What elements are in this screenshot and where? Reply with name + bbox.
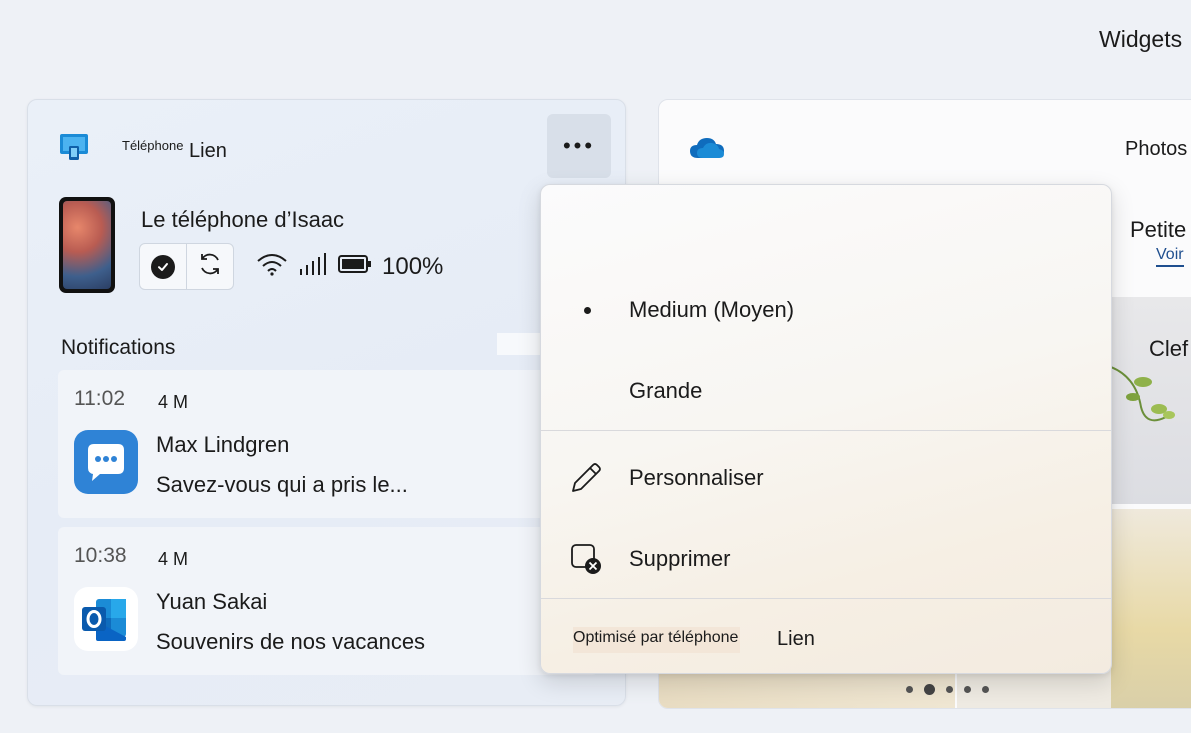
menu-item-label: Personnaliser <box>629 465 764 490</box>
powered-by-link[interactable]: Lien <box>777 628 815 651</box>
phone-link-title-prefix: Téléphone <box>122 138 184 153</box>
photo-tile[interactable] <box>1111 297 1191 504</box>
sync-button[interactable] <box>186 244 233 289</box>
menu-item-size-medium[interactable]: Medium (Moyen) <box>541 275 1111 345</box>
notification-time: 11:02 <box>74 387 125 410</box>
battery-icon <box>338 253 372 280</box>
widget-options-menu: Medium (Moyen) Grande Personnaliser Supp… <box>540 184 1112 674</box>
more-options-button[interactable]: ••• <box>547 114 611 178</box>
menu-item-customize[interactable]: Personnaliser <box>541 443 1111 513</box>
messages-icon <box>74 430 138 494</box>
phone-link-app-icon <box>58 132 90 162</box>
device-status-actions <box>139 243 234 290</box>
menu-item-label: Grande <box>629 378 703 403</box>
selected-bullet-icon <box>584 306 591 314</box>
photo-tile-caption: Clef <box>1149 336 1189 361</box>
widgets-board-title: Widgets <box>1099 26 1183 52</box>
notification-age: 4 M <box>158 549 189 569</box>
menu-divider <box>541 598 1111 599</box>
photo-tile[interactable] <box>1111 509 1191 708</box>
carousel-dot-active[interactable] <box>924 684 935 695</box>
notification-item[interactable]: 10:38 4 M Yuan Sakai Souvenirs de nos va… <box>58 527 598 675</box>
pencil-icon <box>569 461 603 495</box>
signal-icon <box>298 252 328 281</box>
carousel-dot[interactable] <box>906 686 913 693</box>
remove-widget-icon <box>569 542 603 576</box>
wifi-icon <box>256 252 288 281</box>
carousel-dots[interactable] <box>906 684 989 695</box>
onedrive-icon <box>689 136 725 165</box>
carousel-dot[interactable] <box>946 686 953 693</box>
notification-body: Savez-vous qui a pris le... <box>156 472 408 497</box>
notification-time: 10:38 <box>74 544 127 567</box>
battery-percentage: 100% <box>382 252 444 280</box>
phone-link-title: Lien <box>189 140 227 162</box>
phone-link-widget: Téléphone Lien ••• Le téléphone d’Isaac <box>27 99 626 706</box>
carousel-dot[interactable] <box>982 686 989 693</box>
carousel-dot[interactable] <box>964 686 971 693</box>
notification-sender: Max Lindgren <box>156 432 290 457</box>
photos-subtitle: Petite <box>1130 217 1187 242</box>
menu-item-label: Supprimer <box>629 546 731 571</box>
menu-item-remove[interactable]: Supprimer <box>541 524 1111 594</box>
notification-sender: Yuan Sakai <box>156 589 268 614</box>
notification-age: 4 M <box>158 392 189 412</box>
notification-item[interactable]: 11:02 4 M Max Lindgren Savez-vous qui a … <box>58 370 598 518</box>
notification-body: Souvenirs de nos vacances <box>156 629 426 654</box>
phone-thumbnail <box>59 197 115 293</box>
device-name: Le téléphone d’Isaac <box>141 207 345 232</box>
menu-item-label: Medium (Moyen) <box>629 297 795 322</box>
menu-item-size-large[interactable]: Grande <box>541 356 1111 426</box>
sync-icon <box>197 251 223 282</box>
notifications-header: Notifications <box>61 336 176 359</box>
check-icon <box>151 254 175 279</box>
powered-by-label: Optimisé par téléphone <box>573 627 741 653</box>
outlook-icon <box>74 587 138 651</box>
menu-divider <box>541 430 1111 431</box>
photos-title: Photos <box>1125 138 1188 160</box>
photos-view-link[interactable]: Voir <box>1156 246 1184 267</box>
connected-status-button[interactable] <box>140 244 186 289</box>
